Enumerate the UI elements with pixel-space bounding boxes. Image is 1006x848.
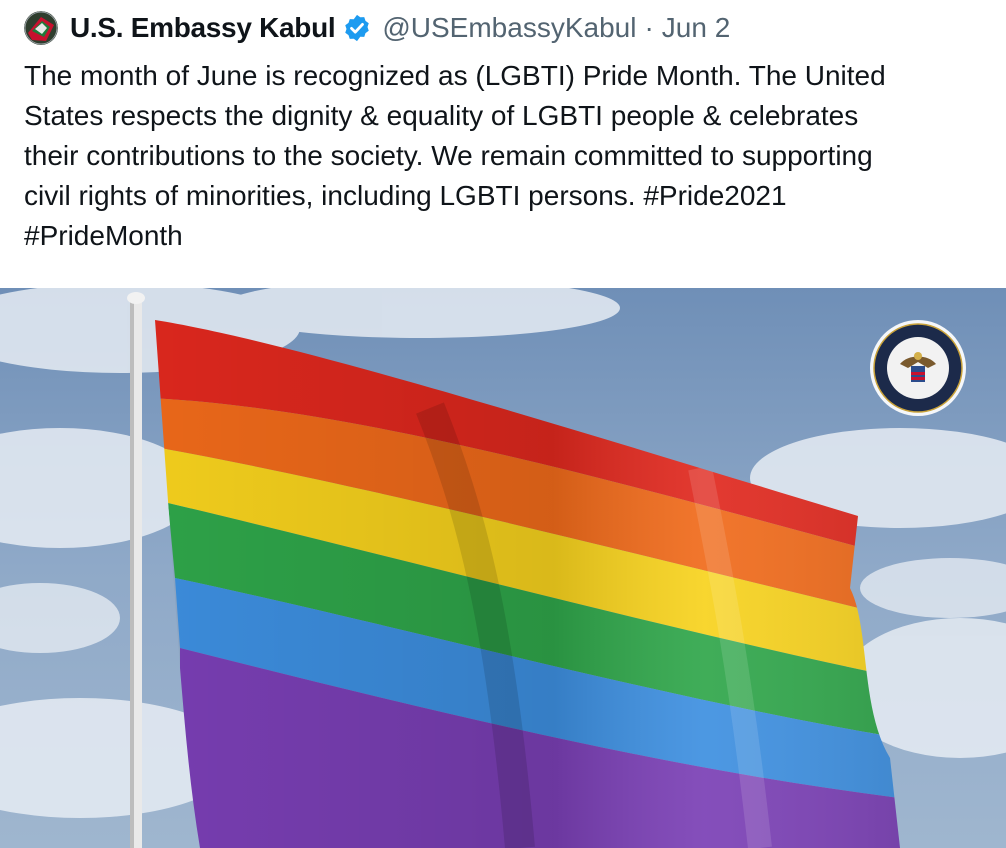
author-handle[interactable]: @USEmbassyKabul (382, 12, 636, 44)
tweet-text: The month of June is recognized as (LGBT… (24, 56, 989, 256)
verified-badge-icon (345, 14, 370, 42)
tweet-text-line: civil rights of minorities, including LG… (24, 180, 787, 211)
tweet-text-line: States respects the dignity & equality o… (24, 100, 859, 131)
author-display-name[interactable]: U.S. Embassy Kabul (70, 12, 336, 44)
avatar[interactable] (24, 11, 58, 45)
tweet-card[interactable]: U.S. Embassy Kabul @USEmbassyKabul · Jun… (0, 0, 1006, 848)
rainbow-flag-image (0, 288, 1006, 848)
tweet-media[interactable] (0, 288, 1006, 848)
tweet-text-line: #PrideMonth (24, 220, 183, 251)
tweet-text-line: The month of June is recognized as (LGBT… (24, 60, 886, 91)
header-separator: · (644, 12, 654, 43)
department-of-state-seal-icon (870, 320, 966, 416)
tweet-timestamp[interactable]: Jun 2 (662, 12, 731, 44)
tweet-text-line: their contributions to the society. We r… (24, 140, 873, 171)
embassy-avatar-icon (24, 11, 58, 45)
tweet-header: U.S. Embassy Kabul @USEmbassyKabul · Jun… (24, 6, 730, 50)
